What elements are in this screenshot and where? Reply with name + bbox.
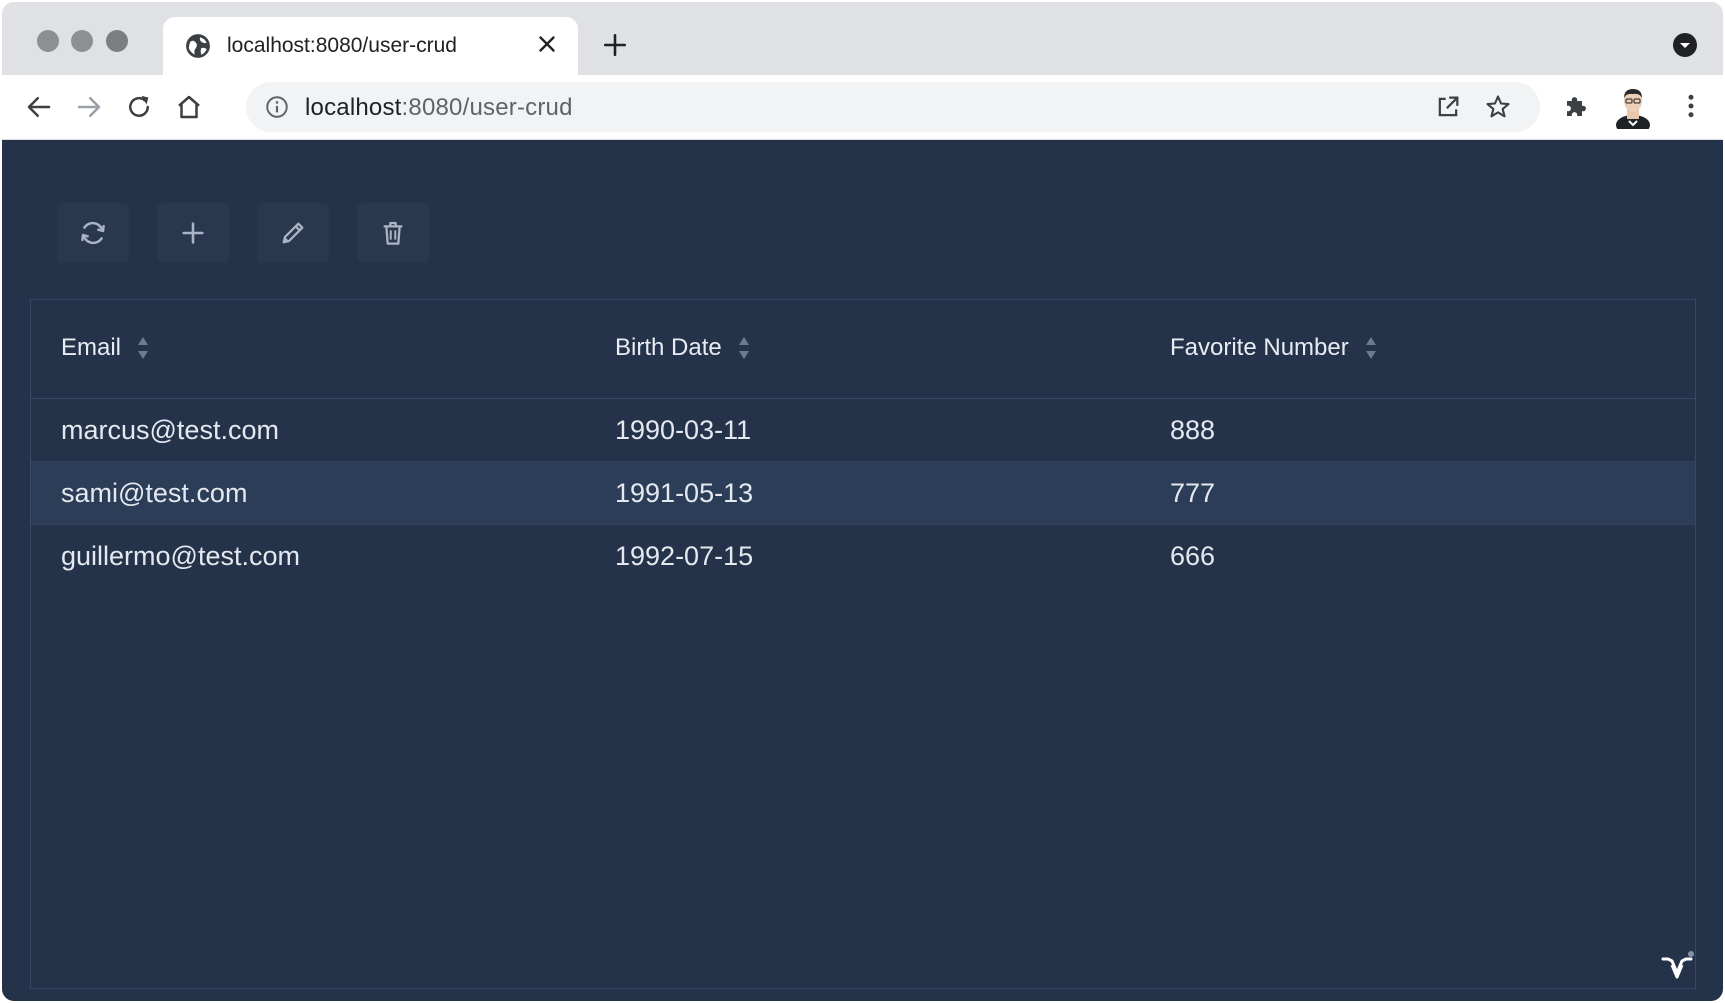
info-icon[interactable]: [264, 94, 290, 120]
column-header-label: Email: [61, 334, 122, 361]
open-external-icon[interactable]: [1434, 93, 1462, 121]
vaadin-logo-icon: [1661, 951, 1694, 979]
window-close-button[interactable]: [37, 30, 59, 52]
plus-icon[interactable]: [602, 32, 628, 58]
delete-button[interactable]: [357, 203, 429, 263]
sort-icon[interactable]: [135, 334, 151, 362]
refresh-button[interactable]: [57, 203, 129, 263]
app-content: Email Birth Date Favorite Number marcus@…: [2, 140, 1723, 1001]
browser-tab[interactable]: localhost:8080/user-crud: [163, 17, 578, 75]
globe-icon: [186, 34, 210, 58]
browser-window: localhost:8080/user-crud localhost:8080/…: [2, 2, 1723, 1001]
sort-icon[interactable]: [1363, 334, 1379, 362]
forward-arrow-icon[interactable]: [74, 92, 104, 122]
cell-birth-date: 1992-07-15: [615, 541, 754, 571]
cell-email: guillermo@test.com: [61, 541, 300, 571]
cell-birth-date: 1991-05-13: [615, 478, 754, 508]
home-icon[interactable]: [174, 92, 204, 122]
plus-icon: [182, 222, 204, 244]
window-maximize-button[interactable]: [106, 30, 128, 52]
table-row-selected[interactable]: sami@test.com 1991-05-13 777: [31, 462, 1695, 525]
tab-strip: localhost:8080/user-crud: [2, 2, 1723, 75]
cell-favorite-number: 888: [1170, 415, 1216, 445]
chevron-down-icon: [1680, 43, 1690, 48]
table-row[interactable]: guillermo@test.com 1992-07-15 666: [31, 525, 1695, 587]
column-header-email[interactable]: Email: [61, 334, 151, 362]
url-host: localhost: [305, 94, 402, 121]
puzzle-icon[interactable]: [1562, 91, 1592, 121]
star-icon[interactable]: [1484, 93, 1512, 121]
back-arrow-icon[interactable]: [24, 92, 54, 122]
sort-icon[interactable]: [736, 334, 752, 362]
kebab-menu-icon[interactable]: [1676, 91, 1706, 121]
browser-toolbar: localhost:8080/user-crud: [2, 75, 1723, 140]
pencil-icon: [282, 222, 304, 244]
add-button[interactable]: [157, 203, 229, 263]
trash-icon: [383, 221, 403, 245]
column-header-label: Favorite Number: [1170, 334, 1349, 361]
window-minimize-button[interactable]: [71, 30, 93, 52]
table-row[interactable]: marcus@test.com 1990-03-11 888: [31, 399, 1695, 462]
column-header-birth-date[interactable]: Birth Date: [615, 334, 752, 362]
address-bar[interactable]: localhost:8080/user-crud: [246, 82, 1540, 132]
refresh-icon: [81, 221, 105, 245]
cell-favorite-number: 666: [1170, 541, 1216, 571]
tab-search-button[interactable]: [1673, 33, 1697, 57]
cell-favorite-number: 777: [1170, 478, 1216, 508]
user-grid: Email Birth Date Favorite Number marcus@…: [30, 299, 1696, 989]
column-header-favorite-number[interactable]: Favorite Number: [1170, 334, 1379, 362]
url-path: :8080/user-crud: [401, 94, 573, 121]
reload-icon[interactable]: [124, 92, 154, 122]
grid-header: Email Birth Date Favorite Number: [31, 300, 1695, 399]
cell-email: marcus@test.com: [61, 415, 279, 445]
close-icon[interactable]: [534, 31, 560, 57]
url-text: localhost:8080/user-crud: [305, 94, 573, 122]
edit-button[interactable]: [257, 203, 329, 263]
avatar-icon[interactable]: [1614, 85, 1652, 129]
column-header-label: Birth Date: [615, 334, 722, 361]
tab-title: localhost:8080/user-crud: [227, 34, 457, 57]
cell-email: sami@test.com: [61, 478, 248, 508]
cell-birth-date: 1990-03-11: [615, 415, 752, 445]
